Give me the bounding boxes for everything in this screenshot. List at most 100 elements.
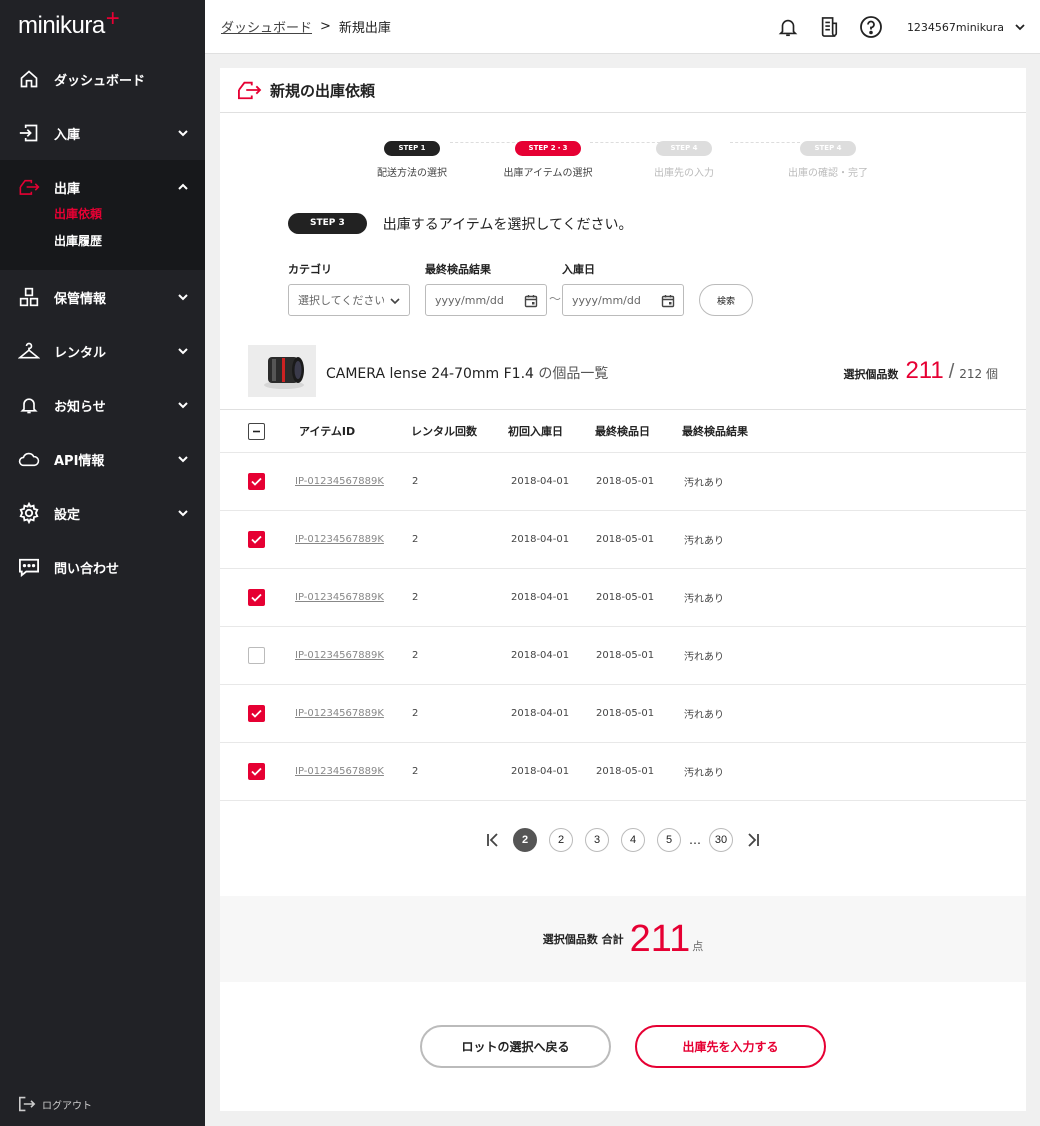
product-image — [248, 345, 316, 397]
instruction-row: STEP 3 出庫するアイテムを選択してください。 — [288, 213, 633, 234]
rental-count-cell: 2 — [412, 708, 419, 719]
rental-count-cell: 2 — [412, 592, 419, 603]
table-row[interactable]: IP-01234567889K 2 2018-04-01 2018-05-01 汚れあり — [220, 685, 1026, 743]
header-rental-count[interactable]: レンタル回数 — [411, 410, 477, 452]
sidebar-item-label: 問い合わせ — [54, 561, 120, 577]
checkmark-icon — [251, 593, 262, 602]
table-row[interactable]: IP-01234567889K 2 2018-04-01 2018-05-01 汚れあり — [220, 453, 1026, 511]
page-title: 新規の出庫依頼 — [270, 81, 376, 100]
step-badge: STEP 4 — [800, 141, 856, 156]
selected-count-label: 選択個品数 — [843, 368, 899, 381]
table-row[interactable]: IP-01234567889K 2 2018-04-01 2018-05-01 汚れあり — [220, 743, 1026, 801]
last-result-date-input[interactable]: yyyy/mm/dd — [425, 284, 547, 316]
search-button[interactable]: 検索 — [699, 284, 753, 316]
table-row[interactable]: IP-01234567889K 2 2018-04-01 2018-05-01 汚れあり — [220, 569, 1026, 627]
sidebar-item-api[interactable]: API情報 — [0, 432, 205, 486]
step-badge: STEP 4 — [656, 141, 712, 156]
filter-bar: カテゴリ 選択してください 最終検品結果 yyyy/mm/dd 〜 入庫日 yy… — [288, 261, 788, 321]
back-to-lot-button[interactable]: ロットの選択へ戻る — [420, 1025, 611, 1068]
step-label: 配送方法の選択 — [377, 168, 447, 179]
sidebar-item-outbound[interactable]: 出庫 — [0, 160, 205, 214]
first-inbound-cell: 2018-04-01 — [511, 650, 570, 661]
document-icon[interactable] — [819, 16, 839, 38]
table-body: IP-01234567889K 2 2018-04-01 2018-05-01 汚れあり… — [220, 453, 1026, 801]
rental-count-cell: 2 — [412, 476, 419, 487]
item-id-cell: IP-01234567889K — [295, 743, 384, 800]
help-icon[interactable] — [859, 15, 883, 39]
brand-name: minikura — [18, 12, 105, 39]
sidebar-item-storage[interactable]: 保管情報 — [0, 270, 205, 324]
sidebar-item-contact[interactable]: 問い合わせ — [0, 540, 205, 594]
sidebar-item-news[interactable]: お知らせ — [0, 378, 205, 432]
last-result-label: 最終検品結果 — [425, 263, 491, 276]
step-label: 出庫先の入力 — [654, 168, 714, 179]
row-checkbox[interactable] — [248, 647, 265, 664]
row-checkbox-cell — [248, 511, 265, 568]
inbound-date-input[interactable]: yyyy/mm/dd — [562, 284, 684, 316]
item-id-link[interactable]: IP-01234567889K — [295, 650, 384, 661]
table-row[interactable]: IP-01234567889K 2 2018-04-01 2018-05-01 汚れあり — [220, 511, 1026, 569]
row-checkbox[interactable] — [248, 763, 265, 780]
logout-link[interactable]: ログアウト — [18, 1096, 92, 1112]
breadcrumb-dashboard-link[interactable]: ダッシュボード — [221, 17, 312, 36]
step-indicator: STEP 1 配送方法の選択 STEP 2・3 出庫アイテムの選択 STEP 4… — [220, 135, 1026, 179]
logo[interactable]: minikura + — [0, 0, 205, 52]
table-row[interactable]: IP-01234567889K 2 2018-04-01 2018-05-01 汚れあり — [220, 627, 1026, 685]
top-icons: 1234567minikura — [757, 0, 1026, 54]
row-checkbox[interactable] — [248, 705, 265, 722]
chevron-down-icon — [177, 453, 189, 465]
page-button[interactable]: 2 — [549, 828, 573, 852]
select-all-checkbox[interactable] — [248, 422, 265, 440]
chat-icon — [18, 556, 40, 578]
header-last-inspection[interactable]: 最終検品日 — [595, 410, 650, 452]
product-header: CAMERA lense 24-70mm F1.4 の個品一覧 選択個品数 21… — [248, 345, 998, 397]
calendar-icon — [661, 294, 675, 311]
select-all-cell — [248, 410, 265, 452]
header-item-id[interactable]: アイテムID — [299, 410, 355, 452]
sidebar-item-inbound[interactable]: 入庫 — [0, 106, 205, 160]
step-badge: STEP 1 — [384, 141, 440, 156]
page-ellipsis: … — [689, 833, 701, 847]
last-page-icon[interactable] — [745, 832, 761, 848]
row-checkbox[interactable] — [248, 589, 265, 606]
item-id-link[interactable]: IP-01234567889K — [295, 476, 384, 487]
breadcrumb-separator: > — [320, 19, 331, 34]
sidebar-item-label: 出庫 — [54, 181, 81, 197]
page-button[interactable]: 5 — [657, 828, 681, 852]
sidebar-item-settings[interactable]: 設定 — [0, 486, 205, 540]
sidebar-subitem-outbound-history[interactable]: 出庫履歴 — [0, 227, 205, 258]
item-id-link[interactable]: IP-01234567889K — [295, 534, 384, 545]
chevron-down-icon — [177, 507, 189, 519]
first-inbound-cell: 2018-04-01 — [511, 476, 570, 487]
sidebar-outbound-block: 出庫 出庫依頼 出庫履歴 — [0, 160, 205, 270]
header-last-result[interactable]: 最終検品結果 — [682, 410, 748, 452]
item-id-cell: IP-01234567889K — [295, 511, 384, 568]
header-first-inbound[interactable]: 初回入庫日 — [508, 410, 563, 452]
notification-bell-icon[interactable] — [777, 16, 799, 38]
checkmark-icon — [251, 477, 262, 486]
enter-destination-button[interactable]: 出庫先を入力する — [635, 1025, 826, 1068]
sidebar: minikura + ダッシュボード 入庫 出庫 出庫依頼 出庫履歴 保管情報 レ… — [0, 0, 205, 1126]
page-button[interactable]: 4 — [621, 828, 645, 852]
first-page-icon[interactable] — [485, 832, 501, 848]
chevron-down-icon — [1004, 21, 1026, 33]
item-id-link[interactable]: IP-01234567889K — [295, 766, 384, 777]
item-id-link[interactable]: IP-01234567889K — [295, 592, 384, 603]
product-suffix: の個品一覧 — [538, 366, 609, 382]
selected-count-value: 211 — [905, 357, 944, 384]
user-menu[interactable]: 1234567minikura — [907, 21, 1026, 34]
cloud-icon — [18, 448, 40, 470]
row-checkbox[interactable] — [248, 473, 265, 490]
page-current[interactable]: 2 — [513, 828, 537, 852]
last-result-cell: 汚れあり — [684, 478, 724, 489]
sidebar-item-rental[interactable]: レンタル — [0, 324, 205, 378]
sidebar-item-dashboard[interactable]: ダッシュボード — [0, 52, 205, 106]
bell-icon — [18, 394, 40, 416]
item-id-link[interactable]: IP-01234567889K — [295, 708, 384, 719]
last-result-cell: 汚れあり — [684, 536, 724, 547]
row-checkbox[interactable] — [248, 531, 265, 548]
step-label: 出庫アイテムの選択 — [503, 168, 593, 179]
page-button[interactable]: 3 — [585, 828, 609, 852]
page-last[interactable]: 30 — [709, 828, 733, 852]
category-select[interactable]: 選択してください — [288, 284, 410, 316]
